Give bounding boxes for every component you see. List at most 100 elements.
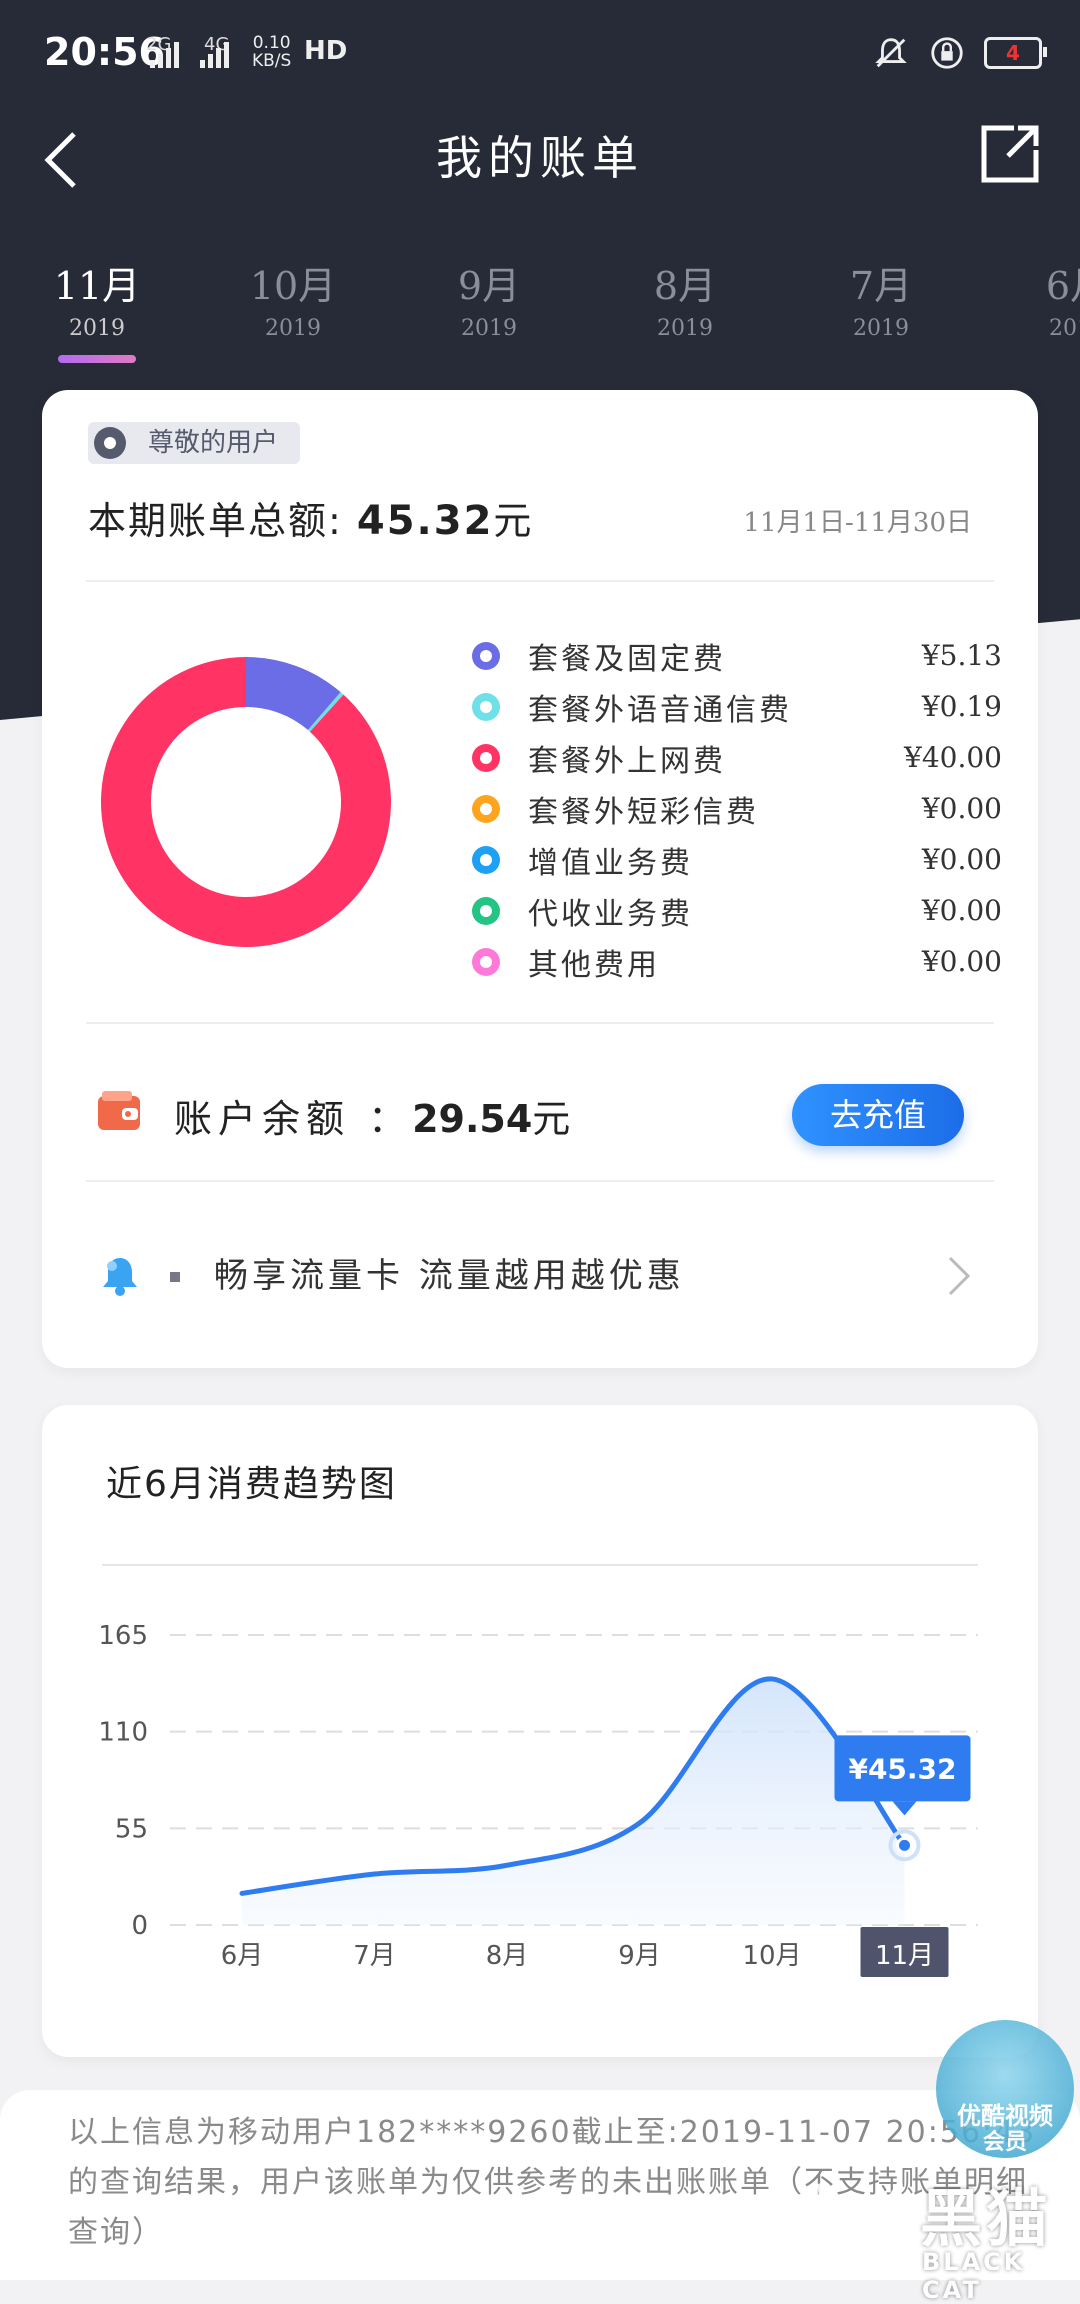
divider bbox=[86, 1022, 994, 1024]
recharge-button[interactable]: 去充值 bbox=[792, 1084, 964, 1146]
speed-unit: KB/S bbox=[252, 52, 291, 70]
legend-dot-icon bbox=[472, 642, 500, 670]
divider bbox=[86, 1180, 994, 1182]
speed-value: 0.10 bbox=[252, 34, 291, 52]
bill-period: 11月1日-11月30日 bbox=[743, 502, 972, 539]
x-tick-label: 6月 bbox=[221, 1941, 264, 1971]
tab-month-9[interactable]: 9月 2019 bbox=[404, 255, 574, 341]
month-label: 10月 bbox=[208, 255, 378, 310]
active-tab-indicator bbox=[58, 355, 136, 363]
legend-item: 其他费用¥0.00 bbox=[472, 936, 1002, 987]
y-tick-label: 110 bbox=[98, 1718, 148, 1748]
balance-label: 账户余额 ： bbox=[174, 1097, 412, 1141]
donut-slice bbox=[101, 657, 391, 947]
network-speed: 0.10 KB/S bbox=[252, 34, 291, 70]
x-tick-label: 7月 bbox=[353, 1941, 396, 1971]
legend-value: ¥0.00 bbox=[922, 792, 1002, 825]
x-tick-label: 10月 bbox=[742, 1941, 801, 1971]
legend-label: 增值业务费 bbox=[528, 838, 922, 882]
y-tick-label: 55 bbox=[115, 1814, 148, 1844]
mute-icon bbox=[872, 34, 910, 72]
legend-label: 套餐外短彩信费 bbox=[528, 787, 922, 831]
tab-month-7[interactable]: 7月 2019 bbox=[796, 255, 966, 341]
trend-chart: 165 110 55 0 6月 7月 8月 9月 10月 11月 ¥45.32 bbox=[42, 1405, 1038, 2057]
bill-donut-chart bbox=[96, 652, 396, 952]
total-unit: 元 bbox=[493, 499, 533, 543]
bullet-square bbox=[170, 1272, 180, 1282]
tooltip-value: ¥45.32 bbox=[848, 1752, 956, 1785]
legend-value: ¥0.00 bbox=[922, 945, 1002, 978]
tab-month-10[interactable]: 10月 2019 bbox=[208, 255, 378, 341]
bill-total: 本期账单总额: 45.32元 bbox=[88, 490, 533, 545]
x-tick-label: 9月 bbox=[618, 1941, 661, 1971]
year-label: 2019 bbox=[404, 316, 574, 341]
youku-vip-badge: 优酷视频 会员 bbox=[936, 2020, 1074, 2158]
bill-legend: 套餐及固定费¥5.13套餐外语音通信费¥0.19套餐外上网费¥40.00套餐外短… bbox=[472, 630, 1002, 987]
trend-area bbox=[242, 1679, 905, 1925]
chevron-right-icon bbox=[944, 1254, 974, 1298]
legend-label: 套餐外语音通信费 bbox=[528, 685, 922, 729]
x-tick-label: 11月 bbox=[875, 1941, 934, 1971]
legend-value: ¥0.19 bbox=[922, 690, 1002, 723]
legend-dot-icon bbox=[472, 693, 500, 721]
legend-label: 套餐及固定费 bbox=[528, 634, 922, 678]
user-tag-label: 尊敬的用户 bbox=[148, 428, 278, 458]
wallet-icon bbox=[96, 1090, 142, 1132]
blackcat-watermark: 黑猫 BLACK CAT bbox=[810, 2168, 1080, 2280]
legend-item: 套餐外短彩信费¥0.00 bbox=[472, 783, 1002, 834]
legend-item: 套餐外语音通信费¥0.19 bbox=[472, 681, 1002, 732]
trend-card: 近6月消费趋势图 1651105506月7月8月9月10月11月¥45.32 bbox=[42, 1405, 1038, 2057]
y-tick-label: 0 bbox=[131, 1911, 148, 1941]
legend-label: 其他费用 bbox=[528, 940, 922, 984]
x-tick-label: 8月 bbox=[486, 1941, 529, 1971]
year-label: 2019 bbox=[992, 316, 1080, 341]
month-label: 11月 bbox=[12, 255, 182, 310]
legend-value: ¥5.13 bbox=[922, 639, 1002, 672]
legend-dot-icon bbox=[472, 795, 500, 823]
status-bar: 20:56 2G 4G 0.10 KB/S HD 4 bbox=[0, 0, 1080, 110]
total-amount: 45.32 bbox=[357, 498, 494, 544]
legend-dot-icon bbox=[472, 948, 500, 976]
bill-card: 尊敬的用户 本期账单总额: 45.32元 11月1日-11月30日 套餐及固定费… bbox=[42, 390, 1038, 1368]
brand-cn: 黑猫 bbox=[920, 2168, 1052, 2258]
divider bbox=[86, 580, 994, 582]
user-tag: 尊敬的用户 bbox=[88, 422, 300, 464]
month-label: 6月 bbox=[992, 255, 1080, 310]
battery-icon: 4 bbox=[984, 37, 1042, 69]
balance-unit: 元 bbox=[532, 1097, 576, 1141]
signal-icon bbox=[150, 38, 179, 68]
data-point bbox=[898, 1838, 912, 1852]
tab-month-6[interactable]: 6月 2019 bbox=[992, 255, 1080, 341]
brand-en: BLACK CAT bbox=[922, 2248, 1080, 2304]
balance-row: 账户余额 ：29.54元 去充值 bbox=[42, 1050, 1038, 1170]
bell-icon bbox=[98, 1254, 142, 1298]
user-icon bbox=[94, 427, 126, 459]
status-right: 4 bbox=[872, 34, 1042, 72]
legend-dot-icon bbox=[472, 846, 500, 874]
balance-amount: 29.54 bbox=[412, 1097, 532, 1141]
nav-bar: 我的账单 bbox=[0, 110, 1080, 240]
hd-icon: HD bbox=[304, 36, 347, 66]
share-icon[interactable] bbox=[978, 122, 1042, 186]
month-label: 9月 bbox=[404, 255, 574, 310]
page-title: 我的账单 bbox=[0, 122, 1080, 188]
month-tabs: 11月 2019 10月 2019 9月 2019 8月 2019 7月 201… bbox=[0, 255, 1080, 365]
promo-text: 畅享流量卡 流量越用越优惠 bbox=[214, 1248, 685, 1297]
y-tick-label: 165 bbox=[98, 1621, 148, 1651]
tab-month-11[interactable]: 11月 2019 bbox=[12, 255, 182, 363]
year-label: 2019 bbox=[208, 316, 378, 341]
signal-icon-2 bbox=[200, 38, 229, 68]
legend-dot-icon bbox=[472, 744, 500, 772]
legend-dot-icon bbox=[472, 897, 500, 925]
month-label: 8月 bbox=[600, 255, 770, 310]
promo-row[interactable]: 畅享流量卡 流量越用越优惠 bbox=[42, 1210, 1038, 1330]
legend-value: ¥0.00 bbox=[922, 894, 1002, 927]
month-label: 7月 bbox=[796, 255, 966, 310]
legend-label: 套餐外上网费 bbox=[528, 736, 904, 780]
legend-item: 代收业务费¥0.00 bbox=[472, 885, 1002, 936]
rotation-lock-icon bbox=[928, 34, 966, 72]
legend-item: 套餐及固定费¥5.13 bbox=[472, 630, 1002, 681]
legend-item: 增值业务费¥0.00 bbox=[472, 834, 1002, 885]
year-label: 2019 bbox=[600, 316, 770, 341]
tab-month-8[interactable]: 8月 2019 bbox=[600, 255, 770, 341]
